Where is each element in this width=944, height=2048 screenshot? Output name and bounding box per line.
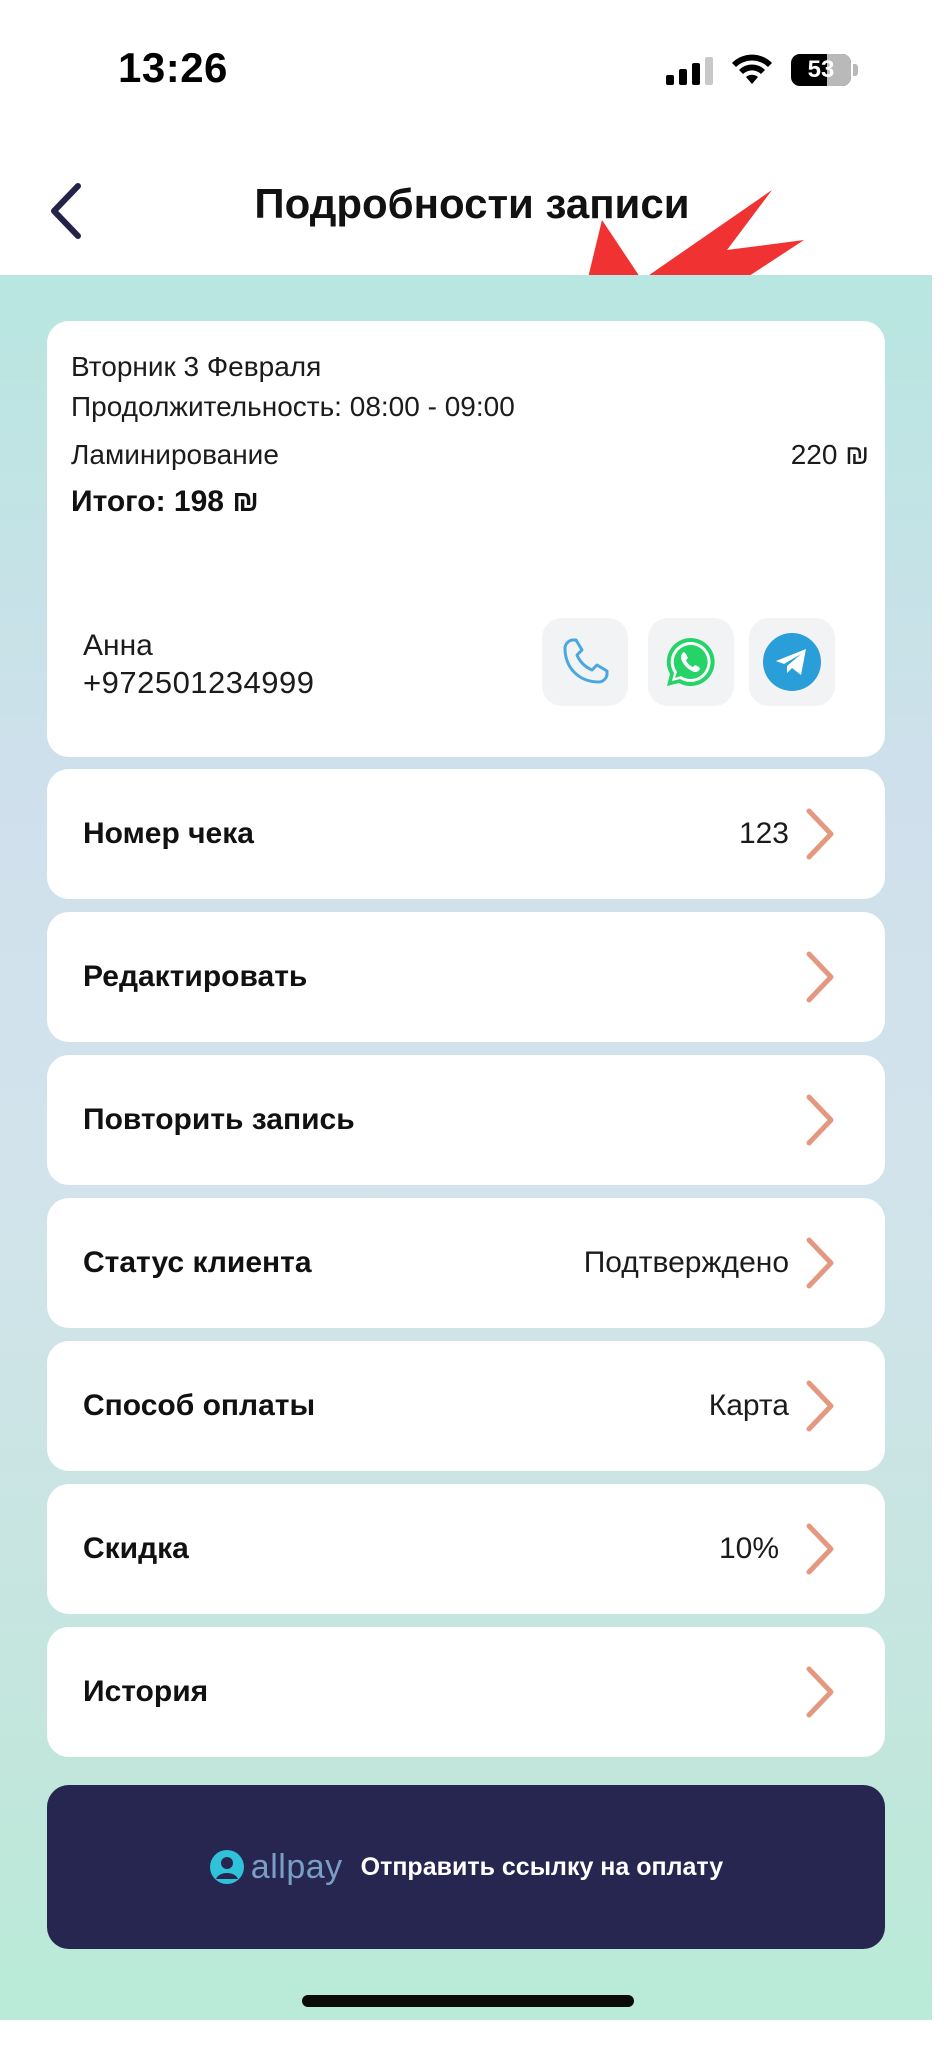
row-label: Номер чека (83, 817, 254, 850)
signal-icon (666, 55, 713, 85)
client-phone: +972501234999 (83, 665, 315, 700)
row-discount[interactable]: Скидка 10% (47, 1484, 885, 1614)
chevron-right-icon (806, 1666, 834, 1718)
call-button[interactable] (542, 618, 628, 706)
chevron-right-icon (806, 1380, 834, 1432)
battery-icon: 53 (791, 54, 851, 86)
whatsapp-button[interactable] (648, 618, 734, 706)
send-payment-link-button[interactable]: allpay Отправить ссылку на оплату (47, 1785, 885, 1949)
status-icons: 53 (666, 48, 858, 92)
content-area: Вторник 3 Февраля Продолжительность: 08:… (0, 275, 932, 2020)
status-bar: 13:26 53 (0, 0, 944, 130)
appointment-duration: Продолжительность: 08:00 - 09:00 (71, 391, 515, 422)
row-receipt-number[interactable]: Номер чека 123 (47, 769, 885, 899)
row-edit[interactable]: Редактировать (47, 912, 885, 1042)
phone-icon (563, 638, 609, 684)
chevron-right-icon (806, 808, 834, 860)
row-label: Статус клиента (83, 1246, 312, 1279)
row-history[interactable]: История (47, 1627, 885, 1757)
row-value: 123 (738, 817, 789, 850)
chevron-right-icon (806, 1237, 834, 1289)
client-name: Анна (83, 629, 153, 662)
home-indicator[interactable] (302, 1995, 634, 2007)
service-name: Ламинирование (71, 439, 279, 470)
allpay-logo-icon (209, 1850, 244, 1884)
app-screen: 13:26 53 Подробности записи Вторник 3 Фе… (0, 0, 944, 2048)
whatsapp-icon (666, 637, 715, 686)
battery-tip (853, 64, 858, 76)
chevron-right-icon (806, 951, 834, 1003)
total-price: Итого: 198 ₪ (71, 485, 259, 518)
appointment-date: Вторник 3 Февраля (71, 351, 322, 382)
row-label: Редактировать (83, 960, 308, 993)
service-price: 220 ₪ (790, 439, 869, 470)
row-label: Способ оплаты (83, 1389, 316, 1422)
send-payment-link-label: Отправить ссылку на оплату (360, 1852, 724, 1881)
battery-level: 53 (807, 56, 835, 83)
status-time: 13:26 (118, 44, 228, 91)
allpay-logo-text: allpay (250, 1847, 343, 1886)
chevron-right-icon (806, 1523, 834, 1575)
row-label: История (83, 1675, 209, 1708)
row-value: Подтверждено (583, 1246, 789, 1279)
chevron-right-icon (806, 1094, 834, 1146)
wifi-icon (732, 54, 772, 84)
row-repeat-appointment[interactable]: Повторить запись (47, 1055, 885, 1185)
row-value: Карта (708, 1389, 789, 1422)
allpay-logo: allpay (209, 1848, 343, 1887)
row-client-status[interactable]: Статус клиента Подтверждено (47, 1198, 885, 1328)
row-payment-method[interactable]: Способ оплаты Карта (47, 1341, 885, 1471)
row-value: 10% (718, 1532, 779, 1565)
telegram-icon (763, 633, 821, 691)
telegram-button[interactable] (749, 618, 835, 706)
row-label: Повторить запись (83, 1103, 355, 1136)
row-label: Скидка (83, 1532, 189, 1565)
appointment-details-card: Вторник 3 Февраля Продолжительность: 08:… (47, 321, 885, 757)
